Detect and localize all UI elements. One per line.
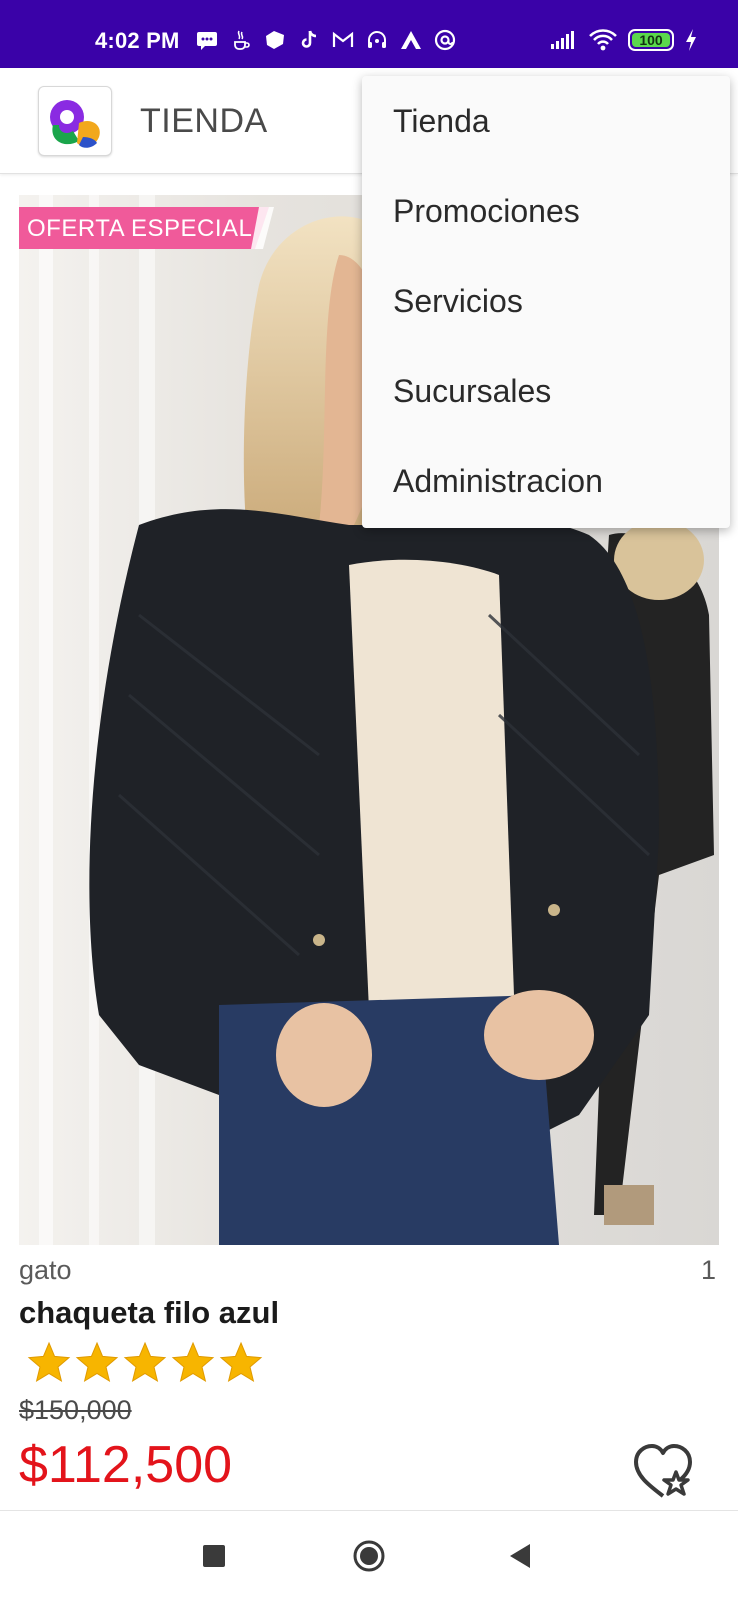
original-price: $150,000 [19,1395,132,1425]
system-status-icons: 100 [550,28,698,52]
status-time: 4:02 PM [95,28,180,53]
status-bar: 4:02 PM 100 [0,0,738,68]
home-circle-icon[interactable] [352,1539,386,1573]
wifi-icon [589,29,617,51]
app-title: TIENDA [140,102,268,140]
tiktok-icon [301,30,317,48]
product-name[interactable]: chaqueta filo azul [19,1295,279,1331]
gmail-icon [332,31,354,47]
notification-icons [195,28,457,52]
menu-item-administracion[interactable]: Administracion [362,436,730,526]
headset-icon [368,31,386,48]
menu-item-sucursales[interactable]: Sucursales [362,346,730,436]
product-rating [26,1340,264,1386]
rating-star-icon [123,1341,167,1383]
arc-icon [401,31,421,49]
rating-star-icon [219,1341,263,1383]
back-triangle-icon[interactable] [503,1539,537,1573]
battery-level: 100 [639,32,663,48]
wishlist-heart-icon[interactable] [630,1442,696,1502]
charging-icon [686,29,696,51]
java-icon [234,30,250,50]
at-sign-icon [434,29,456,51]
overflow-menu: Tienda Promociones Servicios Sucursales … [362,76,730,528]
logo-graphic [50,100,100,148]
menu-item-servicios[interactable]: Servicios [362,256,730,346]
rating-star-icon [27,1341,71,1383]
recents-square-icon[interactable] [197,1539,231,1573]
system-nav-bar [0,1510,738,1600]
signal-icon [551,31,574,49]
sale-price: $112,500 [19,1436,233,1494]
battery-icon: 100 [628,29,674,51]
product-category: gato [19,1255,72,1285]
menu-item-tienda[interactable]: Tienda [362,76,730,166]
menu-item-promociones[interactable]: Promociones [362,166,730,256]
message-icon [197,32,217,50]
rating-star-icon [171,1341,215,1383]
cloud-app-icon [266,31,284,49]
app-logo[interactable] [38,86,112,156]
offer-badge-text: OFERTA ESPECIAL [27,215,253,242]
product-quantity: 1 [700,1255,716,1285]
rating-star-icon [75,1341,119,1383]
